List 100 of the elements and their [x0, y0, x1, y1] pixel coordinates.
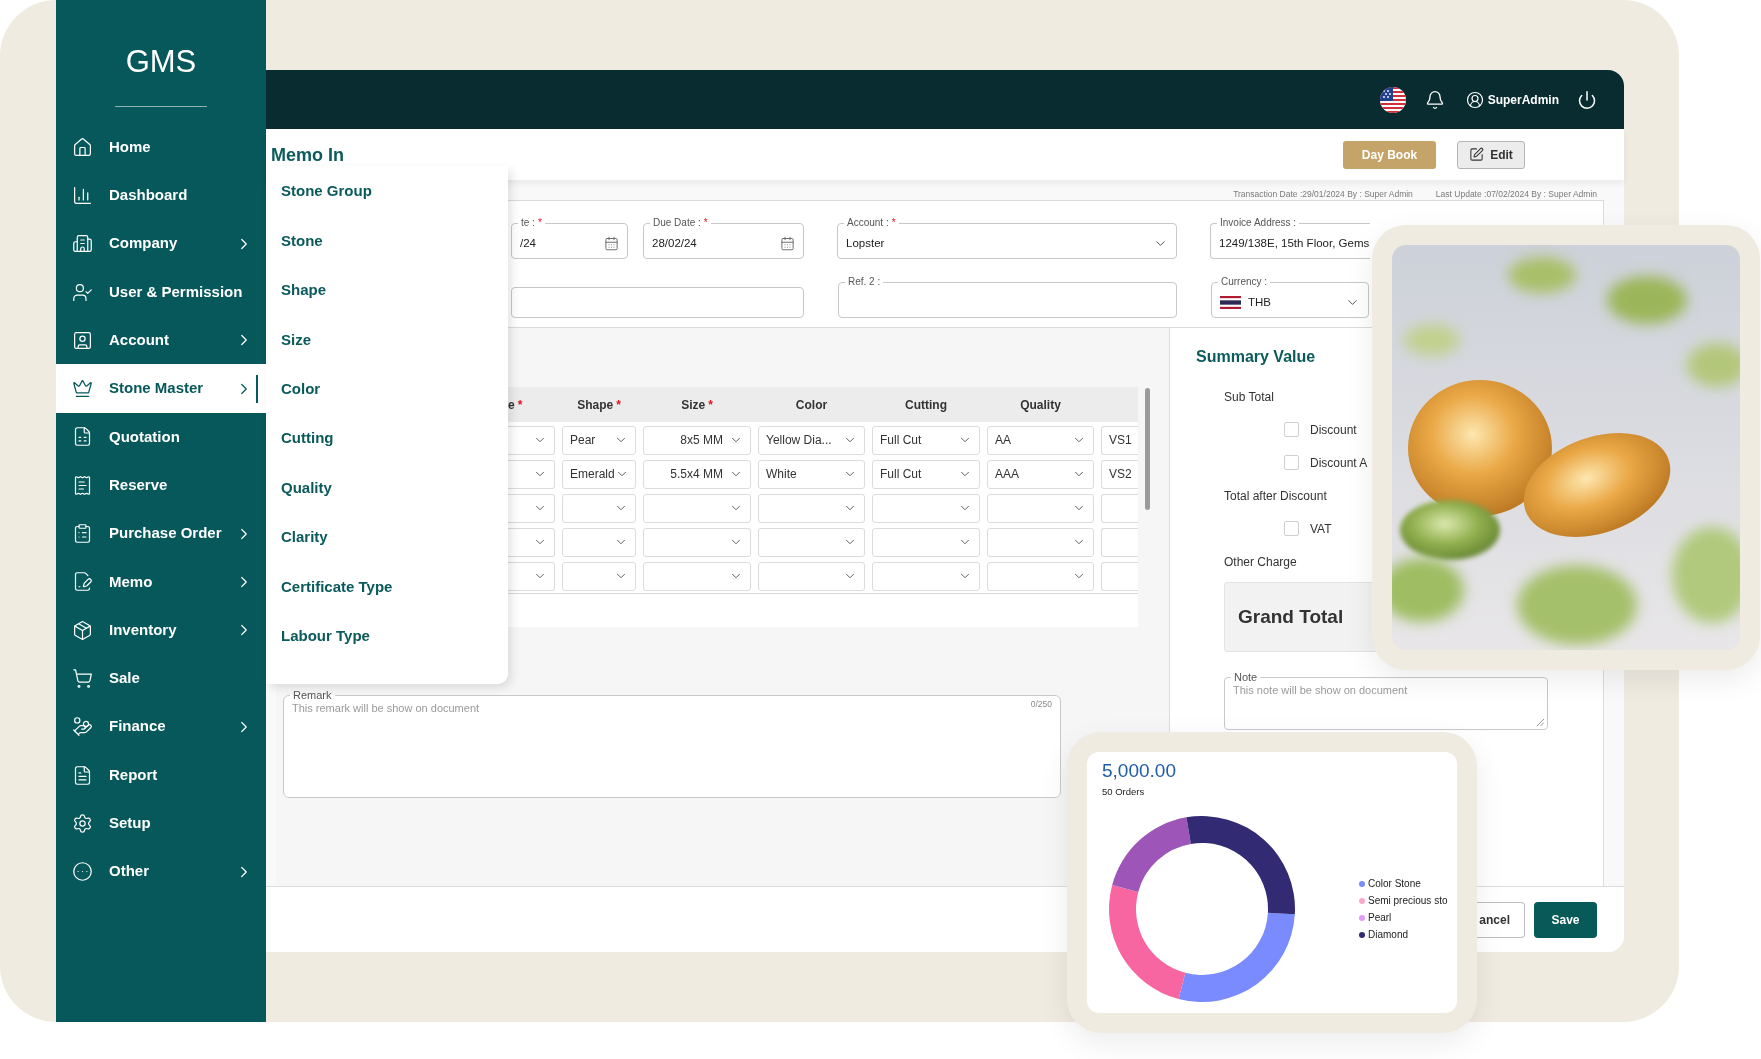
currency-select[interactable]: Currency : THB — [1211, 276, 1369, 318]
nav-item[interactable]: Stone Master — [56, 364, 266, 413]
bell-icon[interactable] — [1424, 89, 1445, 110]
column-header: Color — [795, 396, 828, 414]
calendar-icon[interactable] — [780, 236, 795, 251]
flag-icon[interactable] — [1379, 86, 1406, 113]
nav-item[interactable]: Home — [56, 123, 266, 172]
document-icon — [72, 764, 93, 786]
submenu-item[interactable]: Stone — [281, 229, 323, 253]
edit-icon — [1469, 147, 1485, 162]
scrollbar[interactable] — [1145, 388, 1150, 510]
text-field[interactable] — [511, 287, 804, 318]
edit-button[interactable]: Edit — [1457, 140, 1525, 169]
select-field[interactable]: 8x5 MM — [643, 425, 751, 455]
date-field[interactable]: Due Date : * 28/02/24 — [643, 217, 804, 259]
summary-label: Sub Total — [1224, 388, 1274, 406]
select-field[interactable] — [987, 527, 1094, 557]
resize-grip-icon[interactable] — [1537, 719, 1544, 726]
select-field[interactable]: AAA — [987, 459, 1094, 489]
box-icon — [72, 619, 93, 641]
primary-button[interactable]: Save — [1534, 901, 1597, 938]
legend-label: Pearl — [1368, 911, 1392, 924]
submenu-item[interactable]: Clarity — [281, 526, 328, 549]
submenu-item[interactable]: Cutting — [281, 427, 334, 450]
select-field[interactable] — [643, 561, 751, 591]
user-icon — [1465, 90, 1484, 109]
remark-field[interactable]: Remark This remark will be show on document 0/250 — [283, 689, 1061, 798]
text-field[interactable]: Ref. 2 : — [838, 276, 1177, 318]
nav-item[interactable]: Report — [56, 750, 266, 800]
select-field[interactable]: 5.5x4 MM — [643, 459, 751, 489]
submenu-item[interactable]: Color — [281, 378, 321, 401]
nav-item[interactable]: Inventory — [56, 605, 266, 655]
meta-text: Last Update :07/02/2024 By : Super Admin — [1435, 189, 1597, 200]
select-field[interactable] — [508, 527, 555, 557]
nav-item[interactable]: Quotation — [56, 412, 266, 462]
select-field[interactable] — [508, 561, 555, 591]
submenu-item[interactable]: Quality — [281, 476, 332, 500]
nav-item[interactable]: Dashboard — [56, 171, 266, 220]
checkbox[interactable] — [1284, 455, 1299, 470]
user-menu[interactable]: SuperAdmin — [1465, 90, 1559, 109]
select-field[interactable]: Account : * Lopster — [837, 217, 1177, 259]
nav-item[interactable]: User & Permission — [56, 267, 266, 317]
select-field[interactable] — [758, 493, 865, 523]
select-field[interactable] — [508, 425, 555, 455]
nav-item[interactable]: Purchase Order — [56, 509, 266, 558]
calendar-icon[interactable] — [604, 236, 619, 251]
select-field[interactable] — [643, 493, 751, 523]
user-check-icon — [72, 281, 93, 303]
select-field[interactable] — [643, 527, 751, 557]
submenu-item[interactable]: Shape — [281, 279, 326, 302]
checkbox-label: Discount — [1310, 421, 1357, 439]
remark-input[interactable]: This remark will be show on document — [292, 701, 1023, 797]
select-field[interactable] — [562, 493, 636, 523]
select-field[interactable]: Yellow Dia... — [758, 425, 865, 455]
date-field[interactable]: te : * /24 — [511, 217, 628, 259]
input-field[interactable]: VS2 — [1101, 459, 1138, 489]
nav-item[interactable]: Company — [56, 219, 266, 268]
select-field[interactable] — [872, 527, 980, 557]
select-field[interactable] — [562, 561, 636, 591]
select-field[interactable]: Full Cut — [872, 425, 980, 455]
note-field[interactable]: Note This note will be show on document — [1224, 671, 1548, 730]
nav-item[interactable]: Account — [56, 316, 266, 365]
nav-item[interactable]: Setup — [56, 799, 266, 848]
note-input[interactable]: This note will be show on document — [1233, 683, 1539, 729]
input-field[interactable] — [1101, 561, 1138, 591]
select-field[interactable] — [758, 527, 865, 557]
select-field[interactable]: AA — [987, 425, 1094, 455]
submenu-item[interactable]: Size — [281, 328, 311, 352]
text-field[interactable]: Invoice Address : 1249/138E, 15th Floor, Gems — [1210, 217, 1370, 259]
checkbox[interactable] — [1284, 422, 1299, 437]
input-field[interactable] — [1101, 527, 1138, 557]
select-field[interactable] — [562, 527, 636, 557]
select-field[interactable] — [987, 493, 1094, 523]
submenu-item[interactable]: Stone Group — [281, 180, 372, 203]
secondary-button[interactable]: ancel — [1477, 901, 1525, 938]
input-field[interactable]: VS1 — [1101, 425, 1138, 455]
select-field[interactable] — [758, 561, 865, 591]
select-field[interactable]: Pear — [562, 425, 636, 455]
select-field[interactable]: White — [758, 459, 865, 489]
select-field[interactable] — [872, 493, 980, 523]
nav-item[interactable]: Reserve — [56, 461, 266, 510]
select-field[interactable] — [987, 561, 1094, 591]
meta-text: Transaction Date :29/01/2024 By : Super Admin — [1233, 189, 1413, 200]
input-field[interactable] — [1101, 493, 1138, 523]
select-field[interactable] — [872, 561, 980, 591]
column-header: Quality — [1020, 396, 1061, 414]
amount-value: 5,000.00 — [1102, 760, 1176, 782]
checkbox[interactable] — [1284, 521, 1299, 536]
select-field[interactable]: Emerald — [562, 459, 636, 489]
nav-item[interactable]: Sale — [56, 654, 266, 703]
select-field[interactable]: Full Cut — [872, 459, 980, 489]
user-card-icon — [72, 329, 93, 351]
power-icon[interactable] — [1577, 89, 1597, 110]
nav-item[interactable]: Other — [56, 847, 266, 896]
select-field[interactable] — [508, 493, 555, 523]
submenu-item[interactable]: Certificate Type — [281, 575, 393, 599]
nav-item[interactable]: Memo — [56, 557, 266, 606]
submenu-item[interactable]: Labour Type — [281, 624, 370, 648]
nav-item[interactable]: Finance — [56, 702, 266, 751]
select-field[interactable] — [508, 459, 555, 489]
